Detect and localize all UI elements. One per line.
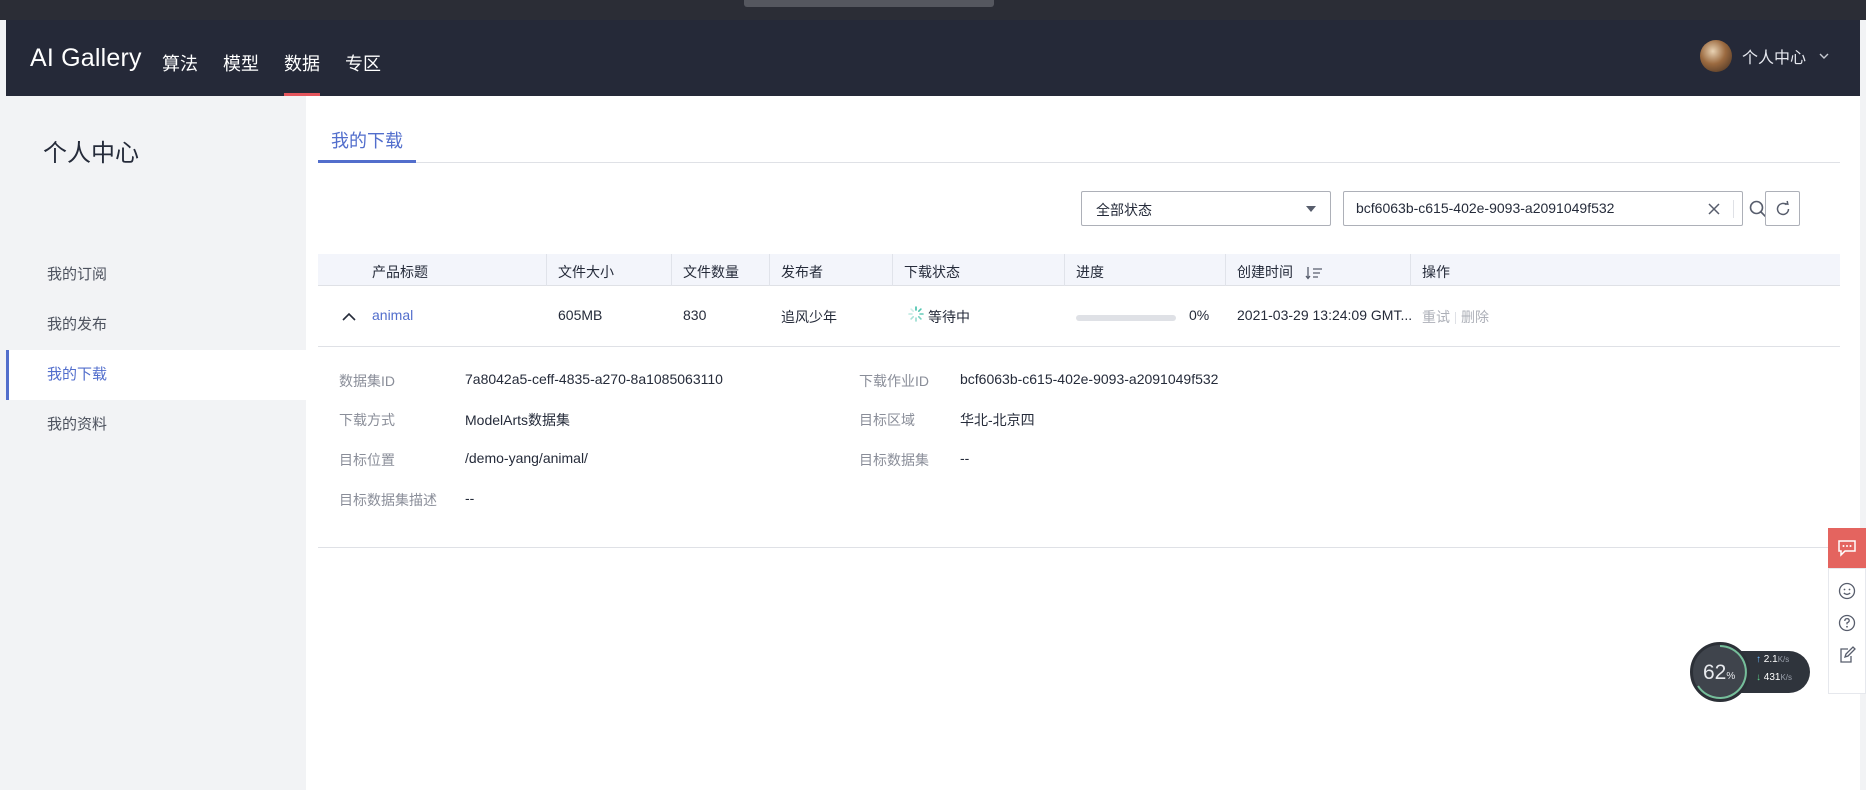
detail-value: 7a8042a5-ceff-4835-a270-8a1085063110	[465, 371, 723, 387]
main-content: 我的下载 全部状态 bcf6063b-c615-402e-9093-a20910…	[306, 96, 1860, 790]
sidebar-item-profile[interactable]: 我的资料	[6, 400, 306, 450]
delete-button[interactable]: 删除	[1461, 309, 1489, 325]
column-divider	[1225, 254, 1226, 286]
column-header-created[interactable]: 创建时间	[1237, 262, 1323, 282]
download-speed-value: 431	[1763, 672, 1781, 683]
column-header-status: 下载状态	[904, 264, 960, 280]
sort-icon[interactable]	[1305, 266, 1323, 280]
row-publisher: 追风少年	[781, 309, 837, 325]
row-actions: 重试 删除	[1422, 307, 1489, 327]
sidebar-item-downloads[interactable]: 我的下载	[6, 350, 306, 400]
detail-label: 目标数据集	[859, 452, 929, 468]
sidebar: 个人中心 我的订阅 我的发布 我的下载 我的资料	[6, 96, 306, 790]
floating-toolbar-body	[1828, 568, 1866, 694]
loading-spinner-icon	[908, 306, 924, 322]
column-header-count: 文件数量	[683, 264, 739, 280]
window-drag-handle[interactable]	[744, 0, 994, 7]
download-speed: ↓ 431K/s	[1756, 672, 1792, 683]
retry-button[interactable]: 重试	[1422, 309, 1450, 325]
detail-label: 数据集ID	[339, 373, 395, 389]
avatar[interactable]	[1700, 40, 1732, 72]
detail-value: --	[465, 490, 475, 506]
detail-label: 下载方式	[339, 412, 395, 428]
column-divider	[769, 254, 770, 286]
edit-note-icon[interactable]	[1837, 645, 1857, 665]
user-menu[interactable]: 个人中心	[1700, 40, 1830, 72]
brand-logo[interactable]: AI Gallery	[30, 44, 142, 73]
detail-label: 目标数据集描述	[339, 492, 437, 508]
column-header-created-label: 创建时间	[1237, 264, 1293, 280]
table-row: animal 605MB 830 追风少年 等待中 0% 2021-03-29 …	[318, 287, 1840, 347]
detail-label: 下载作业ID	[859, 373, 929, 389]
sidebar-item-subscriptions[interactable]: 我的订阅	[6, 250, 306, 300]
upload-speed-unit: K/s	[1777, 655, 1790, 664]
upload-speed-value: 2.1	[1763, 654, 1778, 665]
column-divider	[1410, 254, 1411, 286]
network-speed-widget[interactable]: 62% ↑ 2.1K/s ↓ 431K/s	[1690, 642, 1810, 702]
detail-label: 目标区域	[859, 412, 915, 428]
column-header-title: 产品标题	[372, 264, 428, 280]
sidebar-title: 个人中心	[43, 140, 139, 167]
chevron-down-icon	[1819, 53, 1829, 59]
feedback-button[interactable]	[1828, 528, 1866, 568]
user-menu-label: 个人中心	[1742, 50, 1807, 67]
message-icon	[1838, 540, 1856, 557]
usage-percent: 62%	[1703, 661, 1735, 685]
refresh-button[interactable]	[1765, 191, 1800, 226]
tab-my-downloads[interactable]: 我的下载	[318, 126, 416, 163]
clear-icon[interactable]	[1706, 201, 1722, 217]
detail-value: --	[960, 450, 970, 466]
tab-bar: 我的下载	[318, 126, 1840, 163]
search-divider	[1733, 200, 1734, 218]
row-count: 830	[683, 307, 707, 323]
column-divider	[892, 254, 893, 286]
status-filter-select[interactable]: 全部状态	[1081, 191, 1331, 226]
arrow-down-icon: ↓	[1756, 672, 1761, 683]
detail-value: 华北-北京四	[960, 412, 1035, 428]
row-title-link[interactable]: animal	[372, 307, 413, 323]
nav-item-zone[interactable]: 专区	[345, 50, 381, 76]
column-divider	[671, 254, 672, 286]
nav-item-data[interactable]: 数据	[284, 50, 320, 96]
detail-value: /demo-yang/animal/	[465, 450, 588, 466]
action-divider	[1455, 312, 1456, 325]
column-header-actions: 操作	[1422, 264, 1450, 280]
row-size: 605MB	[558, 307, 603, 323]
column-header-progress: 进度	[1076, 264, 1104, 280]
usage-percent-unit: %	[1726, 671, 1736, 682]
row-progress-label: 0%	[1189, 307, 1210, 323]
floating-toolbar	[1828, 528, 1866, 698]
column-divider	[546, 254, 547, 286]
row-status: 等待中	[928, 309, 970, 325]
top-navbar: AI Gallery 算法 模型 数据 专区 个人中心	[6, 20, 1860, 96]
search-input-value[interactable]: bcf6063b-c615-402e-9093-a2091049f532	[1356, 200, 1614, 216]
window-top-strip	[0, 0, 1866, 20]
column-divider	[1064, 254, 1065, 286]
detail-value: ModelArts数据集	[465, 412, 571, 428]
sidebar-item-publications[interactable]: 我的发布	[6, 300, 306, 350]
usage-percent-value: 62	[1703, 661, 1727, 684]
column-header-publisher: 发布者	[781, 264, 823, 280]
upload-speed: ↑ 2.1K/s	[1756, 654, 1789, 665]
search-input[interactable]: bcf6063b-c615-402e-9093-a2091049f532	[1343, 191, 1767, 226]
progress-bar	[1076, 315, 1176, 321]
column-header-size: 文件大小	[558, 264, 614, 280]
table-header: 产品标题 文件大小 文件数量 发布者 下载状态 进度 创建时间 操作	[318, 254, 1840, 286]
detail-label: 目标位置	[339, 452, 395, 468]
download-speed-unit: K/s	[1780, 673, 1793, 682]
nav-item-model[interactable]: 模型	[223, 50, 259, 76]
row-detail-panel: 数据集ID 7a8042a5-ceff-4835-a270-8a10850631…	[318, 348, 1840, 548]
help-icon[interactable]	[1837, 613, 1857, 633]
arrow-up-icon: ↑	[1756, 654, 1761, 665]
chevron-up-icon[interactable]	[341, 309, 357, 325]
detail-value: bcf6063b-c615-402e-9093-a2091049f532	[960, 371, 1219, 387]
status-filter-value: 全部状态	[1096, 202, 1152, 218]
nav-item-algorithm[interactable]: 算法	[162, 50, 198, 76]
smile-icon[interactable]	[1837, 581, 1857, 601]
refresh-icon	[1776, 200, 1790, 216]
row-created: 2021-03-29 13:24:09 GMT...	[1237, 307, 1413, 323]
usage-circle: 62%	[1690, 642, 1750, 702]
caret-down-icon	[1306, 206, 1316, 212]
